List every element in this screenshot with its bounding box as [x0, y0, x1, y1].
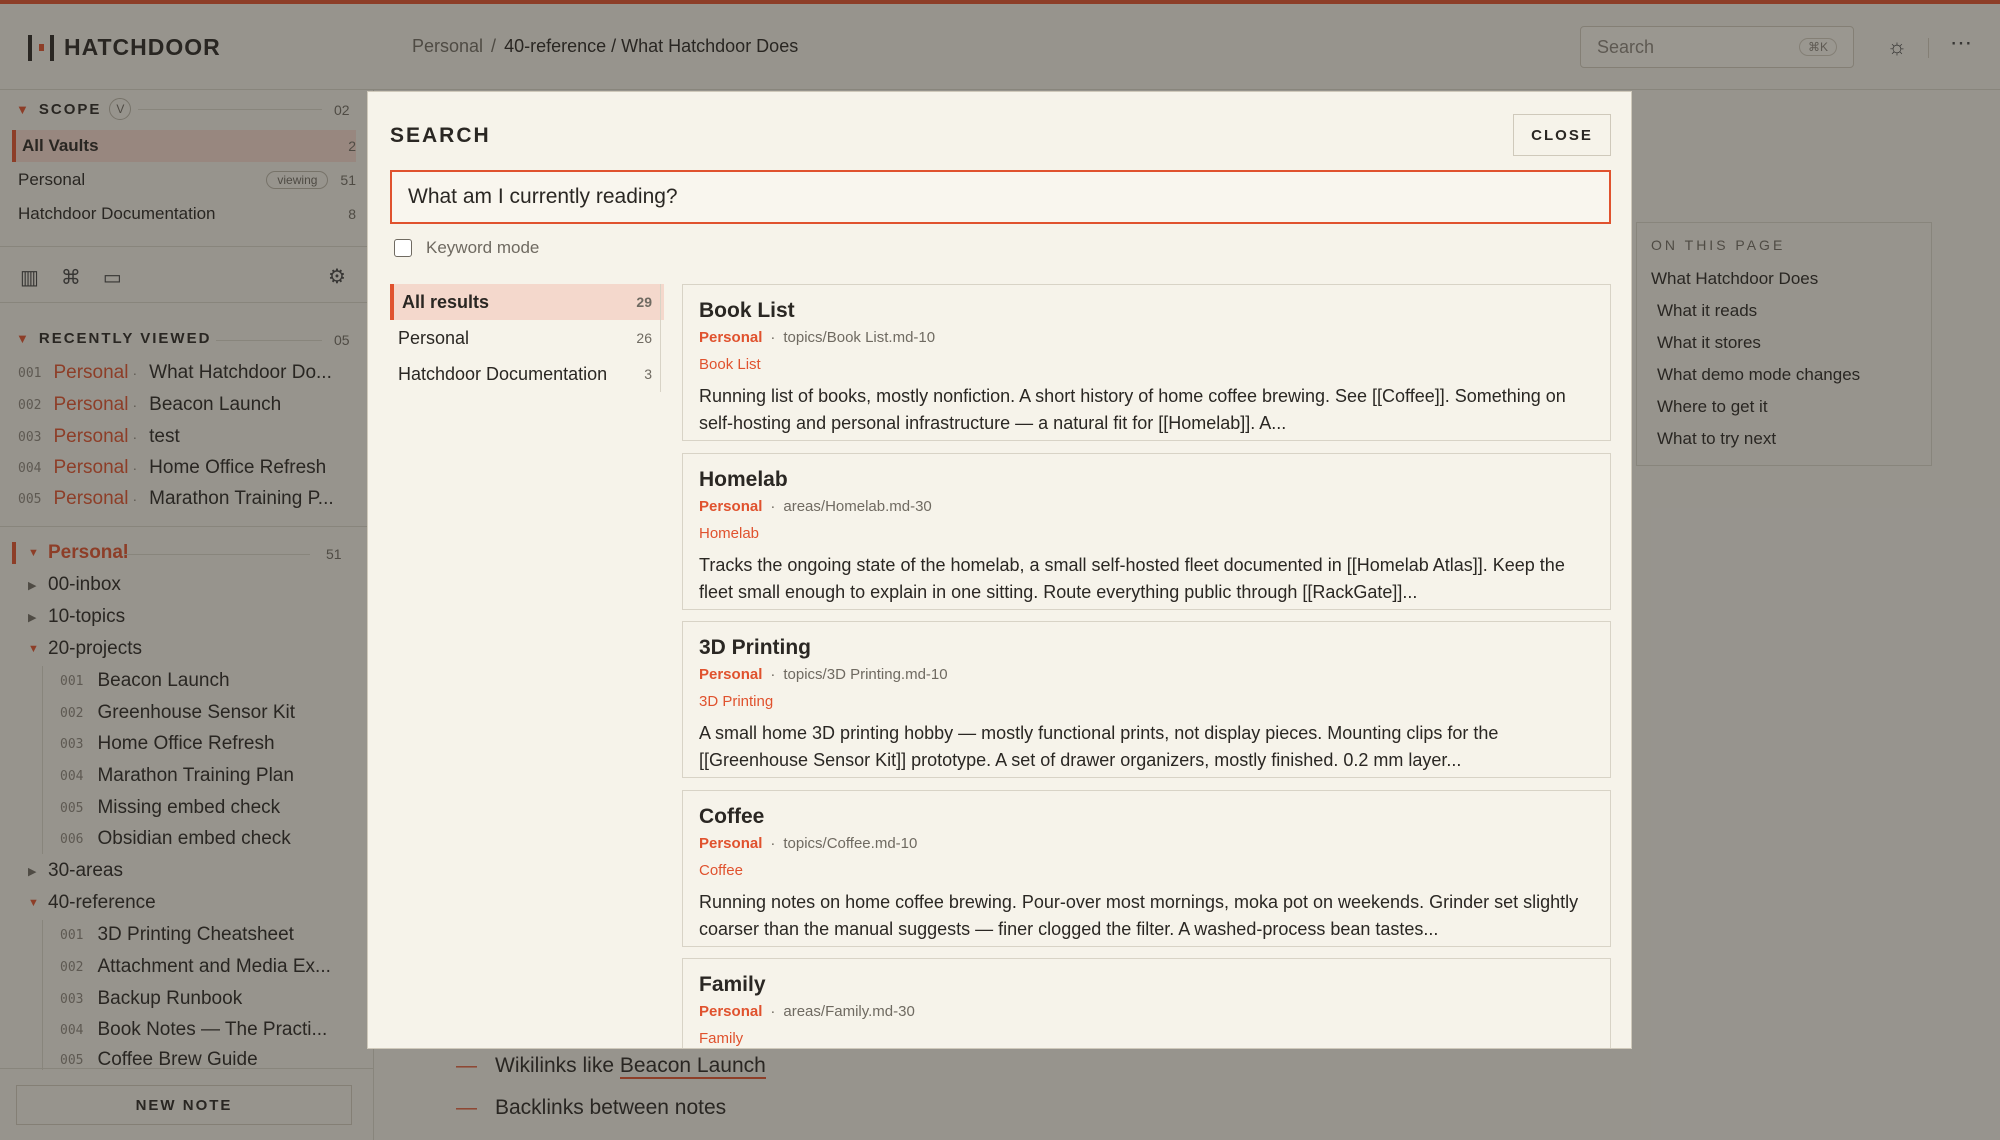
result-meta: Personal · areas/Family.md-30 [699, 1003, 1594, 1020]
result-card[interactable]: 3D Printing Personal · topics/3D Printing.… [682, 621, 1611, 778]
dot-separator: · [770, 835, 776, 852]
search-query-input[interactable] [390, 170, 1611, 224]
result-title: 3D Printing [699, 636, 812, 659]
dot-separator: · [770, 666, 776, 683]
facet-hatchdoor-docs[interactable]: Hatchdoor Documentation 3 [390, 356, 664, 392]
result-tag: Coffee [699, 862, 743, 879]
divider [660, 284, 661, 392]
result-vault: Personal [699, 666, 763, 683]
facet-label: All results [402, 291, 490, 312]
result-card[interactable]: Coffee Personal · topics/Coffee.md-10 Coff… [682, 790, 1611, 947]
keyword-mode-toggle[interactable]: Keyword mode [394, 238, 539, 258]
result-vault: Personal [699, 1003, 763, 1020]
facet-count: 3 [644, 366, 652, 382]
search-modal: SEARCH CLOSE Keyword mode All results 29… [367, 91, 1632, 1049]
result-title: Book List [699, 299, 795, 322]
keyword-mode-checkbox[interactable] [394, 239, 412, 257]
result-path: areas/Homelab.md-30 [783, 498, 932, 515]
dot-separator: · [770, 1003, 776, 1020]
facet-personal[interactable]: Personal 26 [390, 320, 664, 356]
result-card[interactable]: Family Personal · areas/Family.md-30 Famil… [682, 958, 1611, 1048]
result-path: topics/Book List.md-10 [783, 329, 936, 346]
close-button[interactable]: CLOSE [1513, 114, 1611, 156]
result-path: areas/Family.md-30 [783, 1003, 915, 1020]
result-path: topics/3D Printing.md-10 [783, 666, 948, 683]
result-meta: Personal · topics/3D Printing.md-10 [699, 666, 1594, 683]
result-vault: Personal [699, 329, 763, 346]
facet-count: 29 [636, 294, 652, 310]
result-title: Homelab [699, 468, 788, 491]
result-excerpt: Tracks the ongoing state of the homelab,… [699, 555, 1565, 602]
result-title: Family [699, 973, 766, 996]
result-excerpt: A small home 3D printing hobby — mostly … [699, 723, 1499, 770]
result-card[interactable]: Homelab Personal · areas/Homelab.md-30 Hom… [682, 453, 1611, 610]
result-excerpt: Running list of books, mostly nonfiction… [699, 386, 1566, 433]
dot-separator: · [770, 329, 776, 346]
result-meta: Personal · topics/Book List.md-10 [699, 329, 1594, 346]
result-tag: 3D Printing [699, 693, 774, 710]
result-tag: Homelab [699, 525, 760, 542]
result-tag: Family [699, 1030, 744, 1047]
result-meta: Personal · topics/Coffee.md-10 [699, 835, 1594, 852]
facet-count: 26 [636, 330, 652, 346]
facet-label: Hatchdoor Documentation [398, 363, 608, 384]
search-modal-title: SEARCH [390, 124, 491, 147]
result-tag: Book List [699, 356, 761, 373]
result-title: Coffee [699, 805, 765, 828]
result-meta: Personal · areas/Homelab.md-30 [699, 498, 1594, 515]
result-path: topics/Coffee.md-10 [783, 835, 918, 852]
result-card[interactable]: Book List Personal · topics/Book List.md-1… [682, 284, 1611, 441]
result-facets: All results 29 Personal 26 Hatchdoor Doc… [390, 284, 664, 392]
facet-all-results[interactable]: All results 29 [390, 284, 664, 320]
keyword-mode-label: Keyword mode [426, 238, 540, 257]
dot-separator: · [770, 498, 776, 515]
result-excerpt: Running notes on home coffee brewing. Po… [699, 892, 1579, 939]
facet-label: Personal [398, 327, 470, 348]
result-vault: Personal [699, 835, 763, 852]
result-vault: Personal [699, 498, 763, 515]
